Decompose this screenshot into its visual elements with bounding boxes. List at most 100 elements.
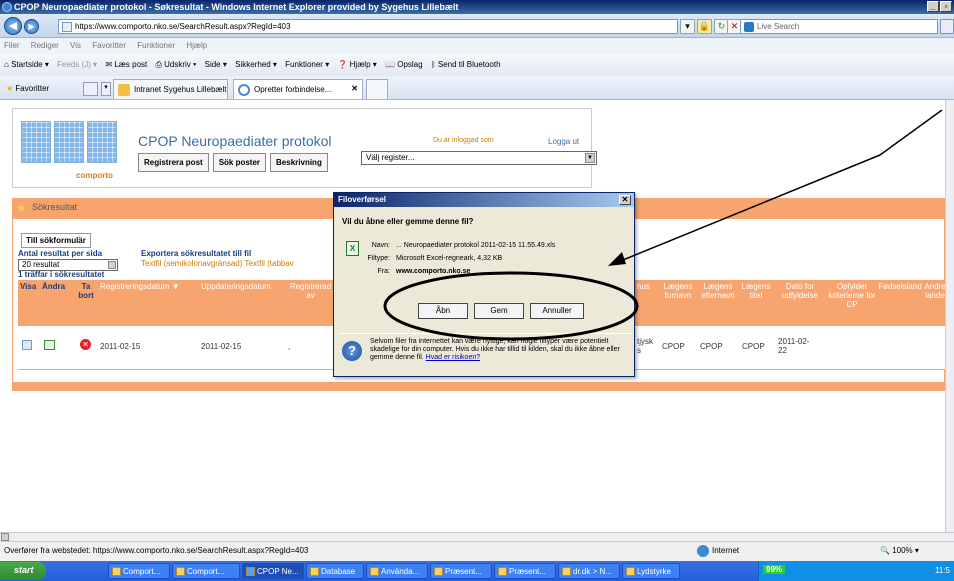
new-tab-button[interactable] — [366, 79, 388, 99]
app-header: comporto CPOP Neuropaediater protokol Du… — [12, 108, 597, 188]
menu-bar: Filer Rediger Vis Favoritter Funktioner … — [0, 38, 954, 54]
menu-help[interactable]: Hjælp — [186, 41, 207, 50]
delete-icon[interactable]: ✕ — [80, 339, 91, 350]
logo-text: comporto — [76, 171, 113, 180]
print-button[interactable]: ⎙ Udskriv ▾ — [155, 60, 196, 69]
col-fodselsland[interactable]: Fødselsland — [878, 282, 922, 291]
star-icon: ★ — [16, 201, 27, 215]
taskbar-item[interactable]: Lydstyrke — [622, 563, 680, 579]
page-button[interactable]: Side ▾ — [205, 60, 227, 69]
save-button[interactable]: Gem — [474, 303, 524, 319]
horizontal-scrollbar[interactable] — [0, 532, 954, 541]
col-opfylder[interactable]: Opfylder kriterierne for CP — [826, 282, 878, 309]
tab-intranet[interactable]: Intranet Sygehus Lillebælt — [113, 79, 228, 99]
bluetooth-button[interactable]: ᛒ Send til Bluetooth — [431, 60, 501, 69]
register-select[interactable]: Välj register... ▼ — [361, 151, 597, 165]
command-bar: ⌂ Startside ▾ Feeds (J) ▾ ✉ Læs post ⎙ U… — [0, 54, 954, 76]
feeds-button[interactable]: Feeds (J) ▾ — [57, 60, 97, 69]
quick-tabs-icon[interactable] — [83, 82, 98, 96]
col-regav[interactable]: Registrerad av — [288, 282, 333, 300]
menu-tools[interactable]: Funktioner — [137, 41, 175, 50]
taskbar-item[interactable]: Comport... — [108, 563, 170, 579]
address-input[interactable]: https://www.comporto.nko.se/SearchResult… — [58, 19, 678, 34]
col-upddatum[interactable]: Uppdateringsdatum — [201, 282, 271, 291]
tab-current[interactable]: Opretter forbindelse... ✕ — [233, 79, 363, 99]
status-bar: Overfører fra webstedet: https://www.com… — [0, 541, 954, 561]
favorites-button[interactable]: ★ Favoritter — [6, 84, 49, 93]
pointer-line — [879, 109, 943, 156]
col-efternavn[interactable]: Lægens efternavn — [698, 282, 738, 300]
back-to-search-button[interactable]: Till sökformulär — [21, 233, 91, 248]
taskbar-item[interactable]: Database — [306, 563, 364, 579]
research-button[interactable]: 📖 Opslag — [385, 60, 423, 69]
read-mail-button[interactable]: ✉ Læs post — [105, 60, 147, 69]
scroll-left-icon[interactable] — [1, 533, 9, 541]
dialog-warning: Selvom filer fra internettet kan være ny… — [370, 338, 626, 362]
edit-icon[interactable] — [44, 340, 55, 350]
menu-favorites[interactable]: Favoritter — [92, 41, 126, 50]
maximize-icon[interactable]: ▫ — [940, 1, 952, 12]
taskbar-item[interactable]: Præsent... — [494, 563, 556, 579]
zoom-control[interactable]: 🔍 100% ▾ — [880, 546, 919, 555]
dropdown-icon[interactable]: ▾ — [680, 19, 695, 34]
view-icon[interactable] — [22, 340, 32, 350]
description-button[interactable]: Beskrivning — [270, 153, 328, 172]
chevron-down-icon: ▼ — [585, 153, 595, 163]
taskbar-item[interactable]: Comport... — [172, 563, 240, 579]
cell-dato: 2011-02-22 — [778, 337, 810, 355]
minimize-icon[interactable]: _ — [927, 1, 939, 12]
taskbar-item[interactable]: Använda... — [366, 563, 428, 579]
home-button[interactable]: ⌂ Startside ▾ — [4, 60, 49, 69]
loading-icon — [238, 84, 250, 96]
from-value: www.comporto.nko.se — [396, 268, 471, 275]
taskbar-item-active[interactable]: CPOP Ne... — [242, 563, 304, 579]
taskbar-item[interactable]: dr.dk > N... — [558, 563, 620, 579]
close-icon[interactable]: ✕ — [619, 195, 631, 205]
search-input[interactable]: Live Search — [740, 19, 938, 34]
logout-link[interactable]: Logga ut — [548, 137, 579, 146]
type-label: Filtype: — [367, 255, 390, 262]
tab-list-icon[interactable]: ▾ — [101, 82, 111, 96]
col-dato[interactable]: Dato for udfyldelse — [776, 282, 824, 300]
search-posts-button[interactable]: Sök poster — [212, 153, 267, 172]
address-url: https://www.comporto.nko.se/SearchResult… — [75, 22, 291, 31]
col-fornavn[interactable]: Lægens fornavn — [660, 282, 696, 300]
window-titlebar: CPOP Neuropaediater protokol - Søkresult… — [0, 0, 954, 14]
menu-view[interactable]: Vis — [70, 41, 81, 50]
per-page-label: Antal resultat per sida — [18, 249, 103, 258]
name-label: Navn: — [371, 242, 390, 249]
taskbar-item[interactable]: Præsent... — [430, 563, 492, 579]
vertical-scrollbar[interactable] — [945, 100, 954, 532]
col-titel[interactable]: Lægens titel — [740, 282, 772, 300]
forward-icon[interactable]: ▶ — [24, 19, 39, 34]
export-label: Exportera sökresultatet till fil — [141, 249, 252, 258]
cancel-button[interactable]: Annuller — [530, 303, 584, 319]
menu-file[interactable]: Filer — [4, 41, 20, 50]
open-button[interactable]: Åbn — [418, 303, 468, 319]
register-select-value: Välj register... — [366, 153, 415, 162]
back-icon[interactable]: ◀ — [4, 17, 22, 35]
export-links[interactable]: Textfil (semikolonavgränsad) Textfil (ta… — [141, 259, 294, 268]
close-tab-icon[interactable]: ✕ — [351, 84, 358, 93]
type-value: Microsoft Excel-regneark, 4,32 KB — [396, 255, 503, 262]
ie-icon — [2, 2, 12, 12]
lock-icon[interactable]: 🔒 — [697, 19, 712, 34]
search-icon[interactable] — [940, 19, 954, 34]
start-button[interactable]: start — [0, 562, 46, 580]
register-post-button[interactable]: Registrera post — [138, 153, 209, 172]
menu-edit[interactable]: Rediger — [31, 41, 59, 50]
status-text: Overfører fra webstedet: https://www.com… — [4, 546, 309, 555]
dialog-title: Filoverførsel — [338, 195, 387, 204]
per-page-value: 20 resultat — [22, 260, 60, 269]
risk-link[interactable]: Hvad er risikoen? — [426, 354, 480, 361]
col-andre[interactable]: Andre lande — [924, 282, 945, 300]
col-regdatum[interactable]: Registreringsdatum ▼ — [100, 282, 180, 291]
globe-icon — [697, 545, 709, 557]
col-andra: Ändra — [42, 282, 66, 291]
from-label: Fra: — [377, 268, 390, 275]
system-tray: 99% 11:5 — [758, 561, 954, 581]
help-button[interactable]: ❓ Hjælp ▾ — [337, 60, 376, 69]
safety-button[interactable]: Sikkerhed ▾ — [235, 60, 277, 69]
tools-button[interactable]: Funktioner ▾ — [285, 60, 329, 69]
cell-efternavn: CPOP — [700, 342, 723, 351]
